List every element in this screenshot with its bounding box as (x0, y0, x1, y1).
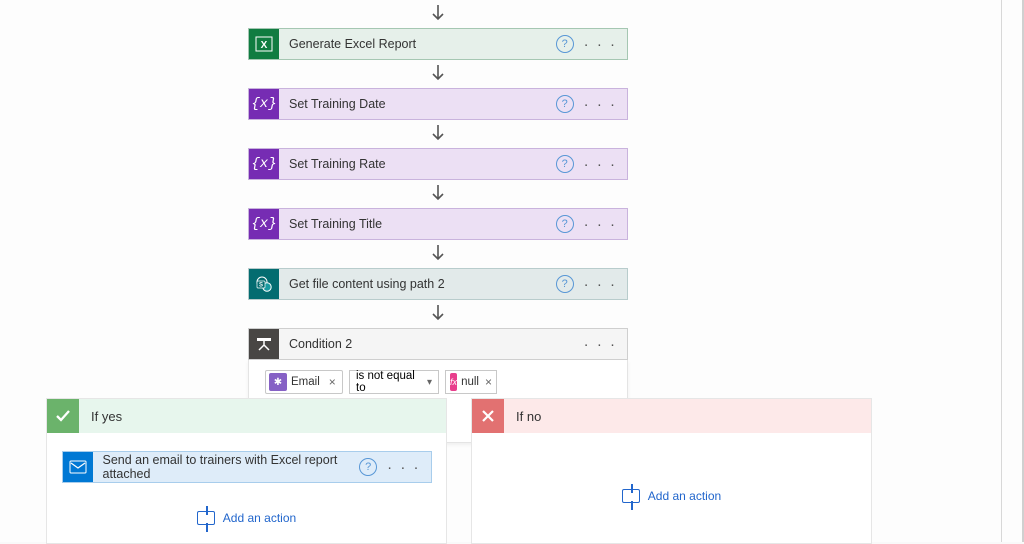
expression-icon: fx (450, 373, 457, 391)
step-label: Send an email to trainers with Excel rep… (103, 453, 360, 481)
if-yes-branch: If yes Send an email to trainers with Ex… (46, 398, 447, 544)
step-condition[interactable]: Condition 2 ? · · · (248, 328, 628, 360)
more-icon[interactable]: · · · (584, 156, 617, 173)
sharepoint-icon: S (249, 269, 279, 299)
step-set-training-date[interactable]: {x} Set Training Date ? · · · (248, 88, 628, 120)
outlook-icon (63, 452, 93, 482)
excel-icon: X (249, 29, 279, 59)
branch-label: If yes (91, 409, 122, 424)
condition-branches: If yes Send an email to trainers with Ex… (46, 398, 872, 544)
condition-icon (249, 329, 279, 359)
step-label: Set Training Date (289, 97, 556, 111)
add-action-icon (622, 489, 640, 503)
more-icon[interactable]: · · · (387, 459, 420, 476)
cross-icon (472, 399, 504, 433)
help-icon[interactable]: ? (556, 215, 574, 233)
step-send-email[interactable]: Send an email to trainers with Excel rep… (62, 451, 432, 483)
add-action-label: Add an action (223, 511, 296, 525)
help-icon[interactable]: ? (556, 95, 574, 113)
condition-right-token[interactable]: fx null × (445, 370, 497, 394)
variable-icon: {x} (249, 89, 279, 119)
more-icon[interactable]: · · · (584, 276, 617, 293)
step-set-training-rate[interactable]: {x} Set Training Rate ? · · · (248, 148, 628, 180)
dynamic-content-icon: ✱ (269, 373, 287, 391)
arrow-down-icon (429, 185, 447, 203)
step-label: Condition 2 (289, 337, 584, 351)
step-generate-excel[interactable]: X Generate Excel Report ? · · · (248, 28, 628, 60)
add-action-button[interactable]: Add an action (197, 511, 296, 525)
help-icon[interactable]: ? (556, 275, 574, 293)
help-icon[interactable]: ? (359, 458, 377, 476)
arrow-down-icon (429, 5, 447, 23)
arrow-down-icon (429, 125, 447, 143)
branch-header-no: If no (472, 399, 871, 433)
operator-text: is not equal to (356, 370, 427, 394)
arrow-down-icon (429, 65, 447, 83)
condition-row: ✱ Email × is not equal to ▾ fx null × (265, 370, 611, 394)
flow-column: X Generate Excel Report ? · · · {x} Set … (248, 0, 628, 443)
if-no-branch: If no Add an action (471, 398, 872, 544)
token-text: null (461, 376, 479, 388)
remove-token-icon[interactable]: × (326, 375, 339, 389)
step-set-training-title[interactable]: {x} Set Training Title ? · · · (248, 208, 628, 240)
svg-text:X: X (261, 40, 268, 51)
svg-text:S: S (259, 283, 263, 289)
help-icon[interactable]: ? (556, 35, 574, 53)
step-label: Set Training Rate (289, 157, 556, 171)
add-action-icon (197, 511, 215, 525)
add-action-label: Add an action (648, 489, 721, 503)
more-icon[interactable]: · · · (584, 216, 617, 233)
arrow-down-icon (429, 305, 447, 323)
branch-header-yes: If yes (47, 399, 446, 433)
chevron-down-icon: ▾ (427, 377, 432, 388)
more-icon[interactable]: · · · (584, 336, 617, 353)
add-action-button[interactable]: Add an action (622, 489, 721, 503)
step-get-file-content[interactable]: S Get file content using path 2 ? · · · (248, 268, 628, 300)
branch-label: If no (516, 409, 541, 424)
step-label: Generate Excel Report (289, 37, 556, 51)
variable-icon: {x} (249, 149, 279, 179)
remove-token-icon[interactable]: × (483, 375, 494, 389)
step-label: Set Training Title (289, 217, 556, 231)
help-icon[interactable]: ? (556, 155, 574, 173)
more-icon[interactable]: · · · (584, 96, 617, 113)
arrow-down-icon (429, 245, 447, 263)
step-label: Get file content using path 2 (289, 277, 556, 291)
operator-select[interactable]: is not equal to ▾ (349, 370, 439, 394)
token-text: Email (291, 376, 320, 388)
more-icon[interactable]: · · · (584, 36, 617, 53)
check-icon (47, 399, 79, 433)
variable-icon: {x} (249, 209, 279, 239)
condition-left-token[interactable]: ✱ Email × (265, 370, 343, 394)
